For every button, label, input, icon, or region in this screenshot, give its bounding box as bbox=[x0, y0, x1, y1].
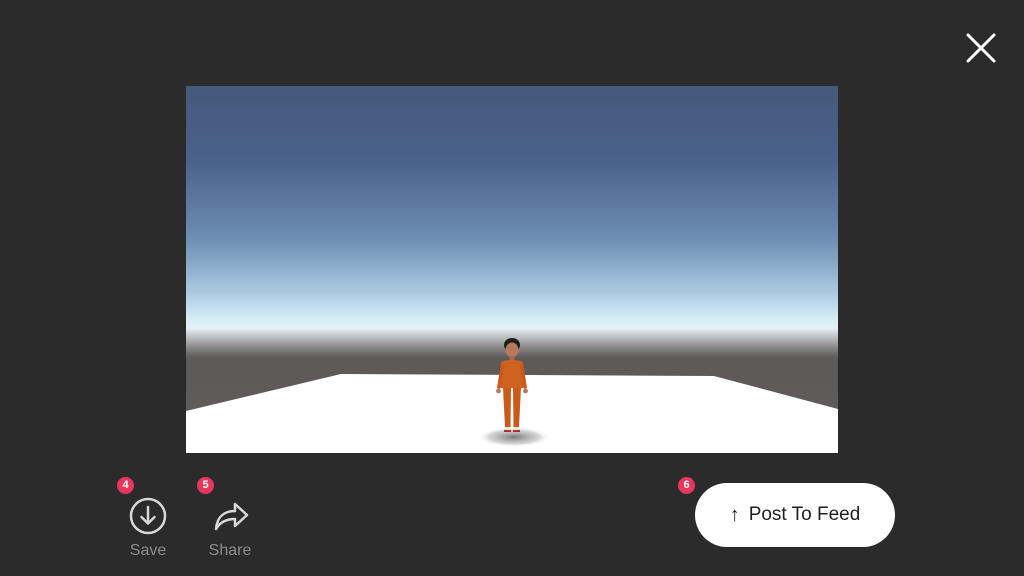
save-badge: 4 bbox=[117, 477, 134, 494]
preview-image bbox=[186, 86, 838, 453]
photo-preview-screen: 4 Save 5 Share 6 ↑ Post To Feed bbox=[0, 0, 1024, 576]
close-x-icon bbox=[966, 33, 996, 63]
avatar-figure bbox=[496, 338, 528, 432]
post-badge: 6 bbox=[678, 477, 695, 494]
share-arrow-icon bbox=[214, 502, 249, 531]
share-button[interactable]: Share bbox=[198, 496, 262, 560]
post-to-feed-button[interactable]: ↑ Post To Feed bbox=[695, 483, 895, 547]
save-label: Save bbox=[129, 542, 167, 559]
download-circle-icon bbox=[129, 497, 167, 535]
save-button[interactable]: Save bbox=[116, 496, 180, 560]
close-button[interactable] bbox=[961, 28, 1001, 68]
share-label: Share bbox=[208, 542, 252, 559]
arrow-up-icon: ↑ bbox=[729, 504, 740, 526]
post-to-feed-label: Post To Feed bbox=[748, 504, 861, 525]
share-badge: 5 bbox=[197, 477, 214, 494]
